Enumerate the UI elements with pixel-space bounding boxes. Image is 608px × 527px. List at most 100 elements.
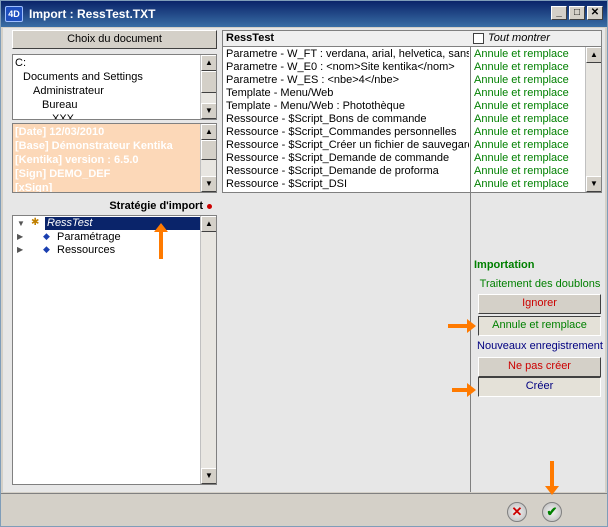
create-button[interactable]: Créer (478, 377, 601, 397)
info-panel: [Date] 12/03/2010 [Base] Démonstrateur K… (12, 123, 217, 193)
table-row[interactable]: Ressource - $Script_DSI Annule et remplac… (223, 178, 585, 191)
import-window: 4D Import : RessTest.TXT _ □ ✕ Choix du … (0, 0, 608, 527)
scroll-up-icon[interactable]: ▲ (201, 124, 216, 140)
bottom-bar: ✕ ✔ (1, 493, 607, 526)
info-line: [Base] Démonstrateur Kentika (15, 140, 173, 152)
annotation-arrow (154, 223, 168, 259)
ignore-button[interactable]: Ignorer (478, 294, 601, 314)
import-list[interactable]: RessTest Tout montrer Parametre - W_FT :… (222, 30, 602, 193)
info-line: [xSign] (15, 182, 53, 193)
row-action: Annule et remplace (474, 87, 569, 99)
strategy-label: Stratégie d'import (63, 200, 203, 212)
tree-item-label-selected[interactable]: RessTest (45, 217, 203, 230)
row-action: Annule et remplace (474, 165, 569, 177)
row-action: Annule et remplace (474, 48, 569, 60)
path-item[interactable]: XXX (15, 112, 143, 119)
row-name: Ressource - $Script_Demande de commande (226, 152, 450, 164)
info-scrollbar[interactable]: ▲ ▼ (200, 124, 216, 192)
status-dot-icon (207, 204, 212, 209)
maximize-button[interactable]: □ (569, 6, 585, 20)
collapsed-triangle-icon[interactable]: ▶ (17, 232, 23, 241)
dont-create-button[interactable]: Ne pas créer (478, 357, 601, 377)
show-all-label[interactable]: Tout montrer (488, 32, 550, 44)
scroll-thumb[interactable] (201, 140, 216, 160)
expanded-triangle-icon[interactable]: ▼ (17, 219, 25, 228)
list-header-name[interactable]: RessTest (226, 32, 274, 44)
path-item[interactable]: C: (15, 56, 143, 70)
tree-item-label[interactable]: Paramétrage (57, 231, 121, 244)
tree-item[interactable]: ▶ ◆ Paramétrage (15, 231, 203, 244)
choose-document-button[interactable]: Choix du document (12, 30, 217, 49)
annotation-arrow (452, 383, 476, 397)
path-item[interactable]: Administrateur (15, 84, 143, 98)
row-action: Annule et remplace (474, 126, 569, 138)
table-row[interactable]: Template - Menu/Web : Photothèque Annule … (223, 100, 585, 113)
tree-item[interactable]: ▶ ◆ Ressources (15, 244, 203, 257)
scroll-down-icon[interactable]: ▼ (201, 176, 216, 192)
list-scrollbar[interactable]: ▲ ▼ (585, 47, 601, 192)
strategy-tree[interactable]: ▼ ✱ RessTest ▶ ◆ Paramétrage ▶ ◆ Ressour… (12, 215, 217, 485)
row-name: Template - Menu/Web : Photothèque (226, 100, 405, 112)
window-title: Import : RessTest.TXT (29, 7, 156, 21)
tree-node-icon: ◆ (43, 244, 50, 254)
replace-button[interactable]: Annule et remplace (478, 316, 601, 336)
tree-item[interactable]: ▼ ✱ RessTest (15, 217, 203, 230)
path-item[interactable]: Documents and Settings (15, 70, 143, 84)
cancel-button[interactable]: ✕ (507, 502, 527, 522)
table-row[interactable]: Parametre - W_FT : verdana, arial, helve… (223, 48, 585, 61)
row-name: Template - Menu/Web (226, 87, 334, 99)
table-row[interactable]: Ressource - $Script_Demande de proforma A… (223, 165, 585, 178)
table-row[interactable]: Parametre - W_E0 : <nom>Site kentika</no… (223, 61, 585, 74)
path-scrollbar[interactable]: ▲ ▼ (200, 55, 216, 119)
table-row[interactable]: Template - Menu/Web Annule et remplace (223, 87, 585, 100)
minimize-button[interactable]: _ (551, 6, 567, 20)
new-records-label: Nouveaux enregistrement (477, 340, 603, 352)
row-name: Parametre - W_E0 : <nom>Site kentika</no… (226, 61, 455, 73)
title-bar: 4D Import : RessTest.TXT _ □ ✕ (1, 1, 607, 27)
tree-scrollbar[interactable]: ▲ ▼ (200, 216, 216, 484)
scroll-up-icon[interactable]: ▲ (586, 47, 601, 63)
scroll-down-icon[interactable]: ▼ (586, 176, 601, 192)
close-window-button[interactable]: ✕ (587, 6, 603, 20)
table-row[interactable]: Ressource - $Script_Créer un fichier de … (223, 139, 585, 152)
info-line: [Kentika] version : 6.5.0 (15, 154, 139, 166)
tree-item-label[interactable]: Ressources (57, 244, 115, 257)
row-action: Annule et remplace (474, 152, 569, 164)
row-name: Parametre - W_ES : <nbe>4</nbe> (226, 74, 400, 86)
row-action: Annule et remplace (474, 113, 569, 125)
collapsed-triangle-icon[interactable]: ▶ (17, 245, 23, 254)
duplicates-label: Traitement des doublons (479, 278, 601, 290)
info-line: [Sign] DEMO_DEF (15, 168, 111, 180)
table-row[interactable]: Ressource - $Script_Demande de commande A… (223, 152, 585, 165)
row-name: Ressource - $Script_Demande de proforma (226, 165, 439, 177)
checkmark-icon: ✔ (546, 504, 558, 519)
path-list[interactable]: C: Documents and Settings Administrateur… (12, 54, 217, 120)
scroll-thumb[interactable] (201, 71, 216, 93)
cancel-icon: ✕ (511, 504, 523, 519)
scroll-down-icon[interactable]: ▼ (201, 468, 216, 484)
scroll-up-icon[interactable]: ▲ (201, 216, 216, 232)
row-action: Annule et remplace (474, 139, 569, 151)
annotation-arrow (448, 319, 476, 333)
scroll-up-icon[interactable]: ▲ (201, 55, 216, 71)
info-line: [Date] 12/03/2010 (15, 126, 105, 138)
client-area: Choix du document C: Documents and Setti… (3, 28, 605, 492)
table-row[interactable]: Ressource - $Script_Commandes personnell… (223, 126, 585, 139)
table-row[interactable]: Parametre - W_ES : <nbe>4</nbe> Annule et… (223, 74, 585, 87)
list-rows: Parametre - W_FT : verdana, arial, helve… (223, 48, 585, 191)
scroll-down-icon[interactable]: ▼ (201, 103, 216, 119)
tree-node-icon: ✱ (31, 217, 40, 228)
table-row[interactable]: Ressource - $Script_Bons de commande Annu… (223, 113, 585, 126)
row-name: Parametre - W_FT : verdana, arial, helve… (226, 48, 469, 60)
list-header: RessTest Tout montrer (223, 31, 601, 47)
path-item[interactable]: Bureau (15, 98, 143, 112)
import-panel-title: Importation (474, 259, 535, 271)
strategy-label-text: Stratégie d'import (109, 200, 203, 212)
row-action: Annule et remplace (474, 74, 569, 86)
validate-button[interactable]: ✔ (542, 502, 562, 522)
show-all-checkbox[interactable] (473, 33, 484, 44)
row-action: Annule et remplace (474, 61, 569, 73)
panel-divider (470, 193, 471, 492)
row-name: Ressource - $Script_Commandes personnell… (226, 126, 457, 138)
row-action: Annule et remplace (474, 100, 569, 112)
